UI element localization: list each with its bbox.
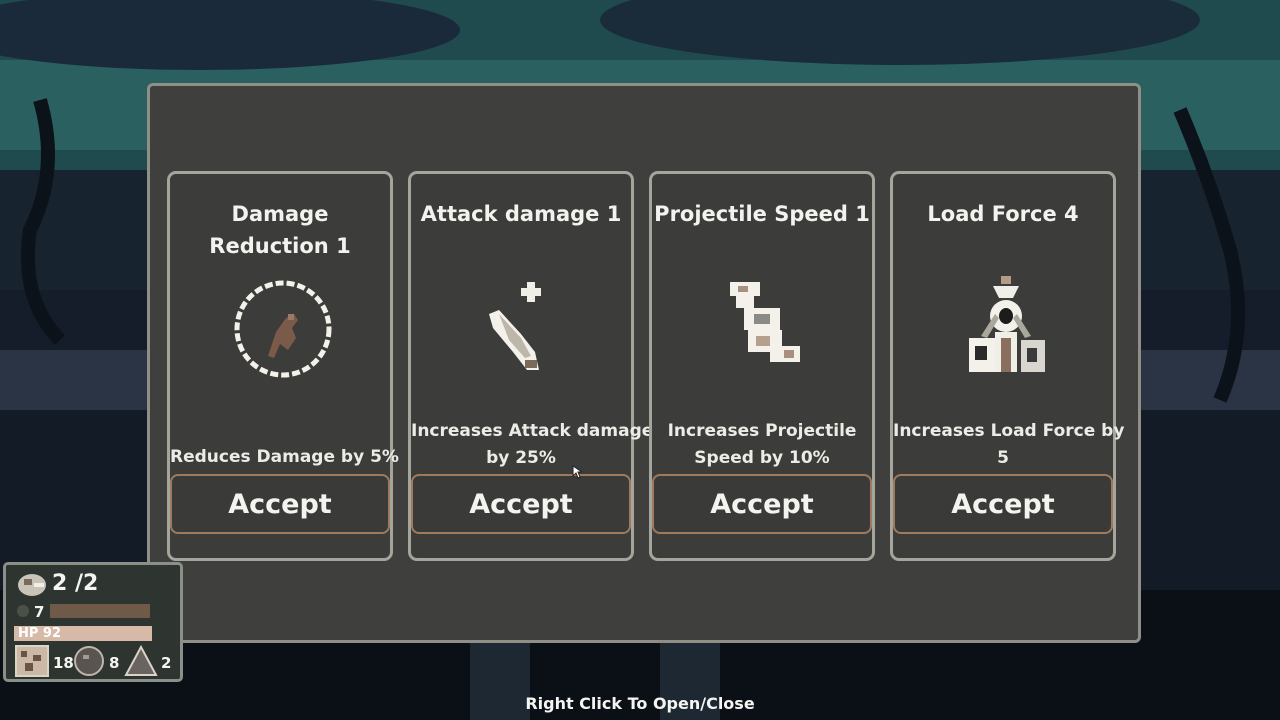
accept-button[interactable]: Accept (170, 474, 390, 534)
accept-button[interactable]: Accept (893, 474, 1113, 534)
hp-label: HP 92 (18, 626, 62, 641)
card-description: Increases Load Force by 5 (893, 418, 1125, 472)
triangle-icon (124, 645, 158, 676)
card-title: Load Force 4 (927, 202, 1079, 226)
card-description-line: Increases Attack damage (411, 421, 654, 441)
card-description: Reduces Damage by 5% (170, 447, 399, 467)
card-description-line: 5 (997, 448, 1009, 468)
upgrade-selection-panel: Damage Reduction 1 Reduces Damage by 5% … (147, 83, 1141, 643)
projectile-icon (730, 282, 800, 362)
stone-icon (74, 646, 104, 676)
card-description-line: Increases Projectile (667, 421, 857, 441)
card-description: Increases Attack damage by 25% (411, 418, 654, 472)
ore-count: 18 (53, 654, 74, 672)
lives-icon (18, 574, 46, 596)
accept-button[interactable]: Accept (411, 474, 631, 534)
upgrade-card-projectile-speed: Projectile Speed 1 Increases Projectile … (649, 171, 875, 561)
card-title-text: Damage Reduction 1 (209, 202, 351, 258)
card-description: Increases Projectile Speed by 10% (652, 418, 872, 472)
mouse-cursor-icon (572, 465, 582, 479)
load-force-icon (969, 276, 1045, 372)
card-description-line: Increases Load Force by (893, 421, 1125, 441)
card-description-line: by 25% (486, 448, 556, 468)
triangle-count: 2 (161, 654, 172, 672)
lives-counter: 2 /2 (52, 571, 99, 596)
shield-circle-icon (234, 280, 332, 378)
toggle-hint: Right Click To Open/Close (525, 694, 755, 713)
upgrade-card-damage-reduction: Damage Reduction 1 Reduces Damage by 5% … (167, 171, 399, 561)
card-title: Damage Reduction 1 (172, 198, 388, 262)
coin-icon (17, 605, 29, 617)
card-title: Attack damage 1 (420, 202, 622, 226)
sword-icon (489, 282, 541, 370)
stone-count: 8 (109, 654, 120, 672)
card-description-line: Speed by 10% (694, 448, 830, 468)
gold-counter: 7 (34, 603, 45, 621)
upgrade-card-attack-damage: Attack damage 1 Increases Attack damage … (408, 171, 654, 561)
card-title: Projectile Speed 1 (654, 202, 870, 226)
upgrade-card-load-force: Load Force 4 Increases Load Force by 5 A… (890, 171, 1125, 561)
player-status-hud: 2 /2 7 HP 92 18 8 2 (3, 562, 183, 682)
accept-button[interactable]: Accept (652, 474, 872, 534)
ore-icon (15, 645, 49, 677)
xp-bar (50, 604, 150, 618)
